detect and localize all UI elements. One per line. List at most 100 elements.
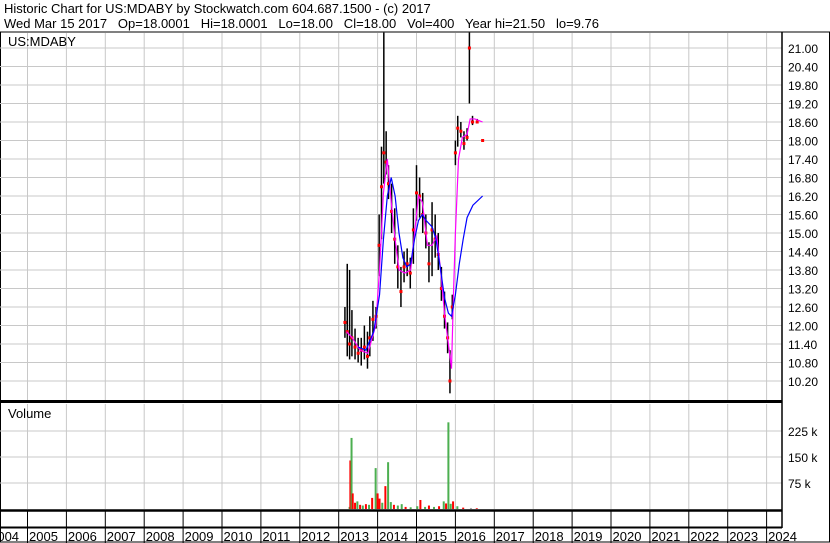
volume-bar: [396, 505, 399, 509]
volume-bar: [351, 493, 354, 509]
volume-bar: [427, 505, 430, 509]
year-label: 2004: [0, 529, 19, 543]
volume-bar: [374, 468, 377, 509]
price-close-mark: [402, 265, 406, 269]
year-label: 2023: [729, 529, 758, 543]
year-label: 2014: [379, 529, 408, 543]
price-close-mark: [382, 151, 386, 155]
price-tick-label: 19.80: [788, 79, 818, 93]
volume-bar: [384, 486, 387, 509]
volume-bar: [368, 504, 371, 509]
volume-tick-label: 150 k: [788, 451, 818, 465]
price-close-mark: [348, 342, 352, 346]
price-tick-label: 19.20: [788, 98, 818, 112]
volume-bar: [469, 507, 472, 509]
year-label: 2018: [535, 529, 564, 543]
stock-chart: Historic Chart for US:MDABY by Stockwatc…: [0, 0, 830, 543]
volume-bar: [359, 504, 362, 509]
year-label: 2024: [768, 529, 797, 543]
volume-bar: [452, 501, 455, 509]
volume-bar: [438, 506, 441, 509]
volume-bar: [381, 502, 384, 509]
year-label: 2007: [107, 529, 136, 543]
volume-bar: [404, 506, 407, 509]
volume-bar: [392, 504, 395, 509]
price-close-mark: [465, 135, 469, 139]
volume-bar: [475, 508, 478, 509]
price-tick-label: 12.00: [788, 320, 818, 334]
volume-tick-label: 225 k: [788, 425, 818, 439]
year-label: 2008: [146, 529, 175, 543]
year-label: 2005: [29, 529, 58, 543]
price-close-mark: [456, 126, 460, 130]
price-tick-label: 16.80: [788, 172, 818, 186]
price-close-mark: [467, 46, 471, 50]
volume-bar: [378, 498, 381, 509]
chart-canvas: 21.00 20.40 19.80 19.20 18.60 18.00 17.40 16.80…: [0, 31, 830, 543]
price-close-mark: [343, 320, 347, 324]
year-label: 2017: [496, 529, 525, 543]
price-close-mark: [415, 191, 418, 195]
volume-bar: [416, 506, 419, 509]
volume-bar: [400, 504, 403, 509]
year-label: 2006: [68, 529, 97, 543]
volume-bar: [409, 507, 412, 509]
price-close-mark: [481, 139, 485, 142]
price-close-mark: [353, 345, 357, 349]
year-label: 2009: [185, 529, 214, 543]
volume-bar: [456, 506, 459, 509]
year-label: 2022: [690, 529, 719, 543]
year-label: 2020: [613, 529, 642, 543]
volume-bar: [354, 502, 357, 509]
price-close-mark: [379, 185, 383, 189]
volume-bar: [364, 504, 367, 509]
price-close-mark: [462, 142, 466, 146]
volume-bar: [389, 502, 392, 509]
price-close-mark: [399, 290, 403, 294]
price-tick-label: 18.00: [788, 135, 818, 149]
year-label: 2019: [574, 529, 603, 543]
price-tick-label: 12.60: [788, 301, 818, 315]
price-tick-label: 13.80: [788, 264, 818, 278]
price-close-mark: [408, 271, 412, 275]
price-panel-title: US:MDABY: [8, 34, 76, 49]
chart-frame: [0, 31, 830, 543]
volume-bar: [419, 499, 422, 509]
volume-bar: [371, 497, 374, 509]
price-tick-label: 15.00: [788, 227, 818, 241]
volume-bar: [424, 506, 427, 509]
volume-bar: [442, 501, 445, 509]
volume-tick-label: 75 k: [788, 477, 812, 491]
price-tick-label: 10.80: [788, 357, 818, 371]
year-label: 2015: [418, 529, 447, 543]
price-close-mark: [356, 351, 360, 355]
price-close-mark: [475, 120, 479, 124]
price-tick-label: 11.40: [788, 338, 817, 352]
volume-panel-title: Volume: [8, 406, 51, 421]
price-close-mark: [459, 129, 463, 133]
volume-bar: [447, 422, 450, 509]
price-tick-label: 16.20: [788, 190, 818, 204]
price-tick-label: 20.40: [788, 61, 818, 75]
year-label: 2012: [301, 529, 330, 543]
price-close-mark: [365, 354, 369, 358]
year-label: 2013: [340, 529, 369, 543]
price-tick-label: 14.40: [788, 246, 818, 260]
price-close-mark: [448, 379, 452, 383]
volume-bar: [376, 493, 379, 509]
price-tick-label: 17.40: [788, 153, 818, 167]
price-tick-label: 21.00: [788, 42, 818, 56]
price-close-mark: [453, 151, 457, 155]
volume-bar: [449, 503, 452, 509]
price-close-mark: [471, 120, 475, 124]
price-close-mark: [362, 345, 366, 349]
volume-bar: [433, 506, 436, 509]
price-tick-label: 10.20: [788, 375, 818, 389]
price-tick-label: 18.60: [788, 116, 818, 130]
volume-bar: [445, 503, 448, 509]
year-label: 2010: [224, 529, 253, 543]
price-tick-label: 15.60: [788, 209, 818, 223]
price-tick-label: 13.20: [788, 283, 818, 297]
volume-bar: [361, 505, 364, 509]
year-label: 2016: [457, 529, 486, 543]
